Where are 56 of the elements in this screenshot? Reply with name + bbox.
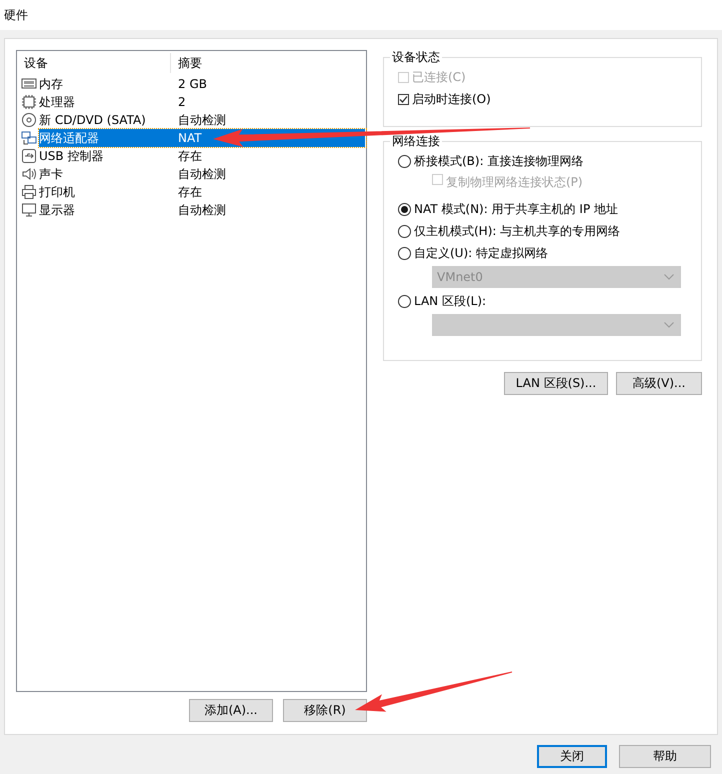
checkbox[interactable] xyxy=(398,94,409,104)
disc-icon xyxy=(21,112,37,128)
network-icon xyxy=(21,130,37,146)
radio-label: 仅主机模式(H): 与主机共享的专用网络 xyxy=(414,222,620,240)
display-icon xyxy=(21,202,37,218)
radio-button[interactable] xyxy=(398,202,411,216)
group-title: 网络连接 xyxy=(391,133,441,150)
radio-label: 桥接模式(B): 直接连接物理网络 xyxy=(414,152,584,170)
device-name: USB 控制器 xyxy=(39,148,104,164)
usb-icon xyxy=(21,148,37,164)
chevron-icon xyxy=(664,322,674,328)
close-button[interactable]: 关闭 xyxy=(537,745,607,768)
device-name: 网络适配器 xyxy=(39,129,171,147)
cpu-icon xyxy=(21,94,37,110)
chevron-icon xyxy=(664,274,674,280)
checkbox-label: 复制物理网络连接状态(P) xyxy=(446,174,583,191)
device-summary: 自动检测 xyxy=(177,202,227,218)
device-summary: 2 GB xyxy=(177,76,208,93)
printer-icon xyxy=(21,184,37,200)
device-summary: 存在 xyxy=(177,148,203,164)
device-item[interactable]: 打印机 存在 xyxy=(39,183,366,201)
device-name: 新 CD/DVD (SATA) xyxy=(39,112,147,128)
device-name: 显示器 xyxy=(39,202,76,218)
device-summary: 存在 xyxy=(177,184,203,200)
device-name: 打印机 xyxy=(39,184,76,200)
device-summary: 2 xyxy=(177,94,187,111)
device-summary: 自动检测 xyxy=(177,112,227,128)
add-button[interactable]: 添加(A)... xyxy=(189,699,273,722)
device-name: 内存 xyxy=(39,76,64,92)
remove-button[interactable]: 移除(R) xyxy=(283,699,367,722)
column-header[interactable]: 设备 xyxy=(17,53,171,73)
checkbox-label: 启动时连接(O) xyxy=(412,90,491,108)
device-item[interactable]: 显示器 自动检测 xyxy=(39,201,366,219)
lan-segments-button[interactable]: LAN 区段(S)... xyxy=(504,372,608,395)
radio-label: LAN 区段(L): xyxy=(414,292,486,310)
checkbox-label: 已连接(C) xyxy=(412,68,466,86)
radio-button[interactable] xyxy=(398,294,411,308)
radio-label: 自定义(U): 特定虚拟网络 xyxy=(414,244,548,262)
radio-button[interactable] xyxy=(398,224,411,238)
sound-icon xyxy=(21,166,37,182)
group-title: 设备状态 xyxy=(391,49,441,66)
device-item[interactable]: 新 CD/DVD (SATA) 自动检测 xyxy=(39,111,366,129)
window-title: 硬件 xyxy=(4,6,28,24)
device-item[interactable]: 声卡 自动检测 xyxy=(39,165,366,183)
device-item[interactable]: USB 控制器 存在 xyxy=(39,147,366,165)
device-item[interactable]: 内存 2 GB xyxy=(39,75,366,93)
device-name: 声卡 xyxy=(39,166,64,182)
help-button[interactable]: 帮助 xyxy=(619,745,711,768)
radio-button[interactable] xyxy=(398,246,411,260)
radio-button[interactable] xyxy=(398,154,411,168)
device-item[interactable]: 处理器 2 xyxy=(39,93,366,111)
device-name: 处理器 xyxy=(39,94,76,110)
column-header[interactable]: 摘要 xyxy=(171,54,202,72)
radio-label: NAT 模式(N): 用于共享主机的 IP 地址 xyxy=(414,200,618,218)
device-summary: 自动检测 xyxy=(177,166,227,182)
advanced-button[interactable]: 高级(V)... xyxy=(616,372,702,395)
